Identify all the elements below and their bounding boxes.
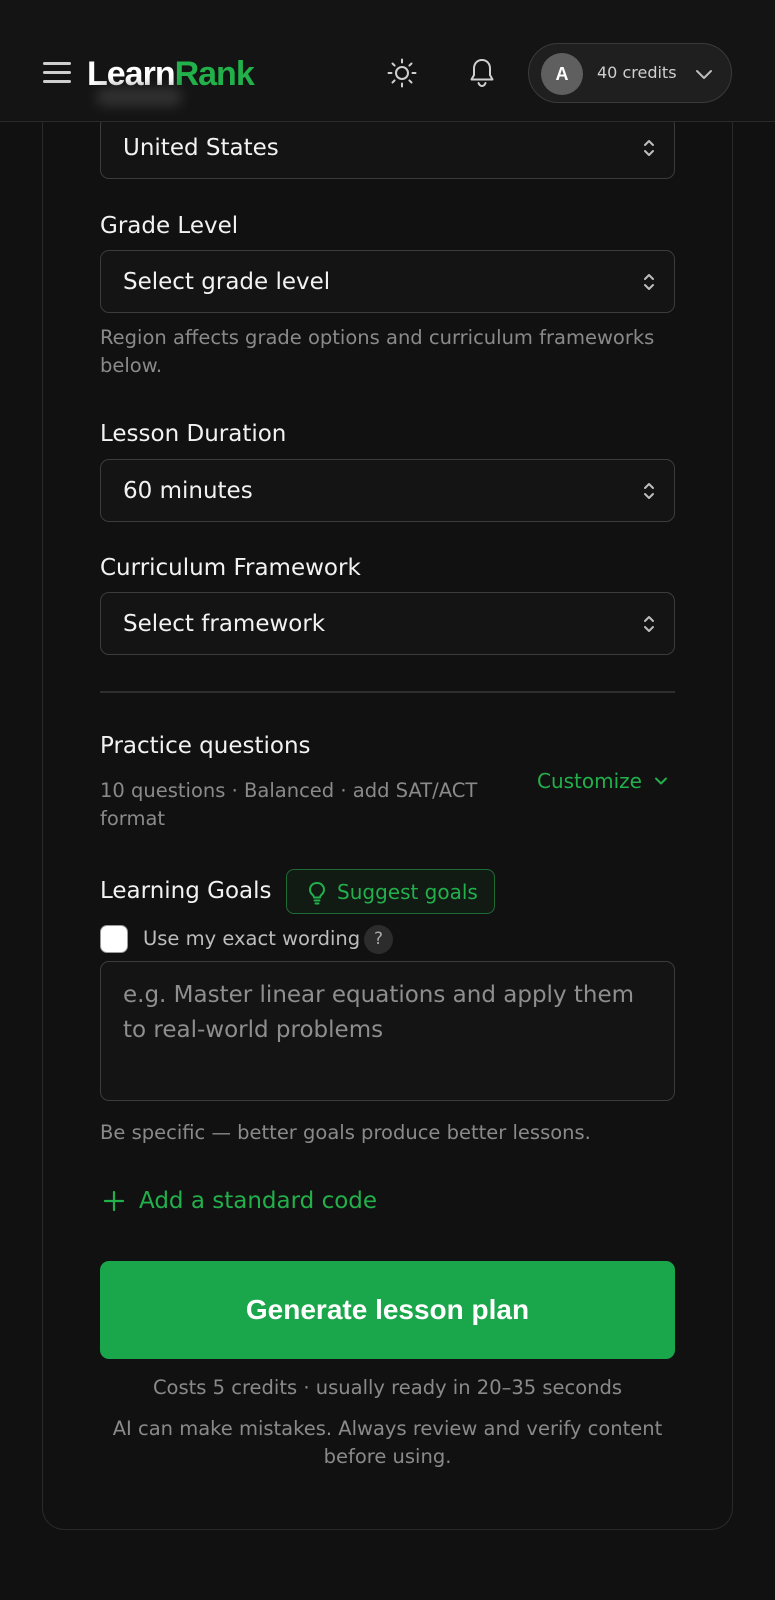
curriculum-framework-label: Curriculum Framework — [100, 555, 361, 581]
customize-label: Customize — [537, 769, 642, 793]
plus-icon — [103, 1190, 125, 1212]
select-arrows-icon — [644, 483, 654, 499]
chevron-down-icon — [696, 70, 712, 79]
suggest-goals-button[interactable]: Suggest goals — [286, 869, 495, 914]
learning-goals-placeholder: e.g. Master linear equations and apply t… — [123, 982, 635, 1043]
chevron-down-icon — [655, 777, 667, 785]
practice-questions-title: Practice questions — [100, 733, 311, 759]
learning-goals-helper: Be specific — better goals produce bette… — [100, 1121, 591, 1144]
curriculum-framework-select-value: Select framework — [123, 611, 326, 637]
region-select[interactable]: United States — [100, 116, 675, 179]
credits-balance: 40 credits — [597, 63, 677, 82]
suggest-goals-label: Suggest goals — [337, 880, 478, 904]
practice-questions-summary: 10 questions · Balanced · add SAT/ACT fo… — [100, 779, 478, 830]
help-icon[interactable]: ? — [364, 925, 393, 954]
region-select-value: United States — [123, 135, 279, 161]
region-helper-text: Region affects grade options and curricu… — [100, 326, 655, 377]
learning-goals-label: Learning Goals — [100, 878, 272, 904]
customize-button[interactable]: Customize — [537, 766, 667, 796]
blurred-label — [96, 88, 182, 106]
theme-toggle-button[interactable] — [385, 56, 419, 90]
generate-lesson-plan-button[interactable]: Generate lesson plan — [100, 1261, 675, 1359]
avatar: A — [541, 53, 583, 95]
select-arrows-icon — [644, 616, 654, 632]
section-divider — [100, 691, 675, 693]
lightbulb-icon — [309, 882, 325, 905]
sun-icon — [387, 58, 417, 88]
top-header: LearnRank A 40 credits — [0, 0, 775, 122]
cost-note: Costs 5 credits · usually ready in 20–35… — [152, 1376, 623, 1399]
grade-level-select-value: Select grade level — [123, 269, 331, 295]
curriculum-framework-select[interactable]: Select framework — [100, 592, 675, 655]
grade-level-label: Grade Level — [100, 213, 239, 239]
bell-icon — [470, 59, 494, 88]
lesson-duration-label: Lesson Duration — [100, 421, 287, 447]
select-arrows-icon — [644, 274, 654, 290]
learning-goals-textarea[interactable]: e.g. Master linear equations and apply t… — [100, 961, 675, 1101]
lesson-duration-select[interactable]: 60 minutes — [100, 459, 675, 522]
lesson-duration-select-value: 60 minutes — [123, 478, 253, 504]
exact-wording-label: Use my exact wording — [143, 927, 361, 950]
account-credits-menu[interactable]: A 40 credits — [528, 43, 732, 103]
exact-wording-checkbox[interactable] — [100, 925, 128, 953]
notifications-button[interactable] — [465, 56, 499, 90]
select-arrows-icon — [644, 140, 654, 156]
logo-text-rank: Rank — [174, 55, 255, 93]
add-standard-code-label: Add a standard code — [139, 1188, 378, 1214]
grade-level-select[interactable]: Select grade level — [100, 250, 675, 313]
menu-icon[interactable] — [43, 60, 73, 84]
ai-disclaimer: AI can make mistakes. Always review and … — [112, 1417, 663, 1468]
